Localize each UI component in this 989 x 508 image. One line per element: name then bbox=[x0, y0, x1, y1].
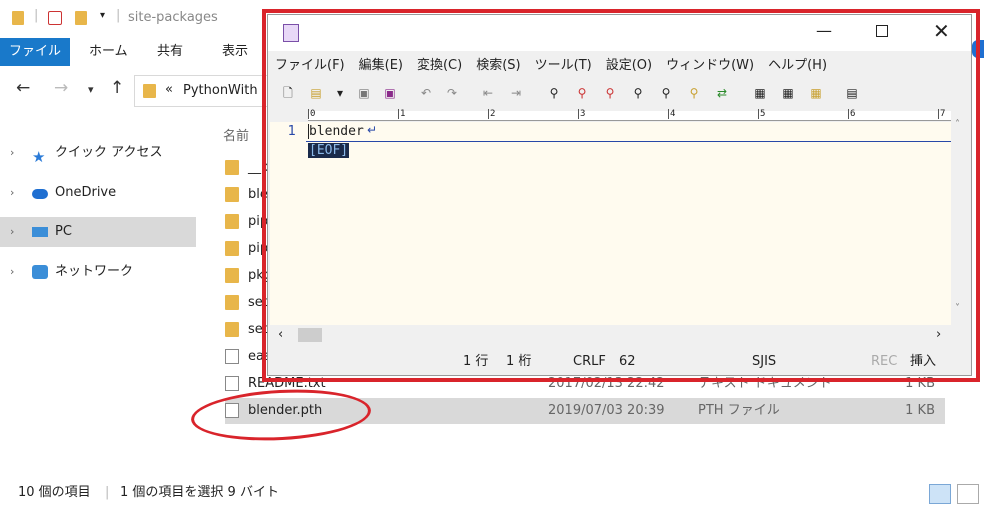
tab-share[interactable]: 共有 bbox=[145, 38, 195, 66]
sidebar-item-network[interactable]: › ネットワーク bbox=[0, 257, 196, 287]
properties-icon[interactable] bbox=[48, 11, 62, 25]
breadcrumb-overflow[interactable]: « bbox=[165, 82, 173, 97]
chevron-right-icon[interactable]: › bbox=[10, 257, 14, 287]
tab-file[interactable]: ファイル bbox=[0, 38, 70, 66]
file-date: 2019/07/03 20:39 bbox=[548, 403, 665, 418]
details-view-icon[interactable] bbox=[929, 484, 951, 504]
network-icon bbox=[32, 265, 48, 279]
window-title: site-packages bbox=[128, 10, 218, 25]
status-bar: 10 個の項目 | 1 個の項目を選択 9 バイト bbox=[0, 480, 989, 508]
sidebar-item-label: クイック アクセス bbox=[55, 145, 163, 160]
folder-icon bbox=[225, 214, 239, 229]
chevron-right-icon[interactable]: › bbox=[10, 178, 14, 208]
folder-icon bbox=[225, 322, 239, 337]
tab-home[interactable]: ホーム bbox=[77, 38, 140, 66]
highlight-box bbox=[262, 9, 980, 382]
back-icon[interactable]: ← bbox=[16, 78, 30, 98]
folder-icon bbox=[12, 11, 24, 25]
folder-icon bbox=[225, 187, 239, 202]
file-icon bbox=[225, 349, 239, 364]
pc-icon bbox=[32, 227, 48, 237]
selection-info: 1 個の項目を選択 9 バイト bbox=[120, 485, 279, 500]
up-icon[interactable]: ↑ bbox=[110, 78, 124, 98]
sidebar-item-label: PC bbox=[55, 224, 72, 239]
sidebar-item-label: ネットワーク bbox=[55, 264, 134, 279]
file-type: PTH ファイル bbox=[698, 403, 780, 418]
chevron-right-icon[interactable]: › bbox=[10, 217, 14, 247]
large-icons-view-icon[interactable] bbox=[957, 484, 979, 504]
tab-view[interactable]: 表示 bbox=[210, 38, 260, 66]
file-size: 1 KB bbox=[905, 403, 935, 418]
sidebar-item-quick-access[interactable]: › ★ クイック アクセス bbox=[0, 138, 196, 168]
folder-icon bbox=[225, 241, 239, 256]
star-icon: ★ bbox=[32, 148, 46, 166]
new-folder-icon[interactable] bbox=[75, 11, 87, 25]
sidebar-item-pc[interactable]: › PC bbox=[0, 217, 196, 247]
divider: | bbox=[105, 485, 110, 500]
cloud-icon bbox=[32, 189, 48, 199]
divider: | bbox=[116, 8, 121, 23]
item-count: 10 個の項目 bbox=[18, 485, 91, 500]
forward-icon[interactable]: → bbox=[54, 78, 68, 98]
folder-icon bbox=[225, 295, 239, 310]
navigation-pane: › ★ クイック アクセス › OneDrive › PC › ネットワーク bbox=[0, 115, 200, 475]
column-header-name[interactable]: 名前 bbox=[223, 125, 249, 144]
file-icon bbox=[225, 376, 239, 391]
chevron-right-icon[interactable]: › bbox=[10, 138, 14, 168]
folder-icon bbox=[225, 160, 239, 175]
sidebar-item-onedrive[interactable]: › OneDrive bbox=[0, 178, 196, 208]
sidebar-item-label: OneDrive bbox=[55, 185, 117, 200]
divider: | bbox=[34, 8, 39, 23]
folder-icon bbox=[143, 84, 156, 98]
folder-icon bbox=[225, 268, 239, 283]
breadcrumb[interactable]: PythonWith bbox=[183, 83, 258, 98]
recent-dropdown-icon[interactable]: ▾ bbox=[88, 83, 94, 96]
customize-dropdown-icon[interactable]: ▾ bbox=[100, 10, 105, 21]
